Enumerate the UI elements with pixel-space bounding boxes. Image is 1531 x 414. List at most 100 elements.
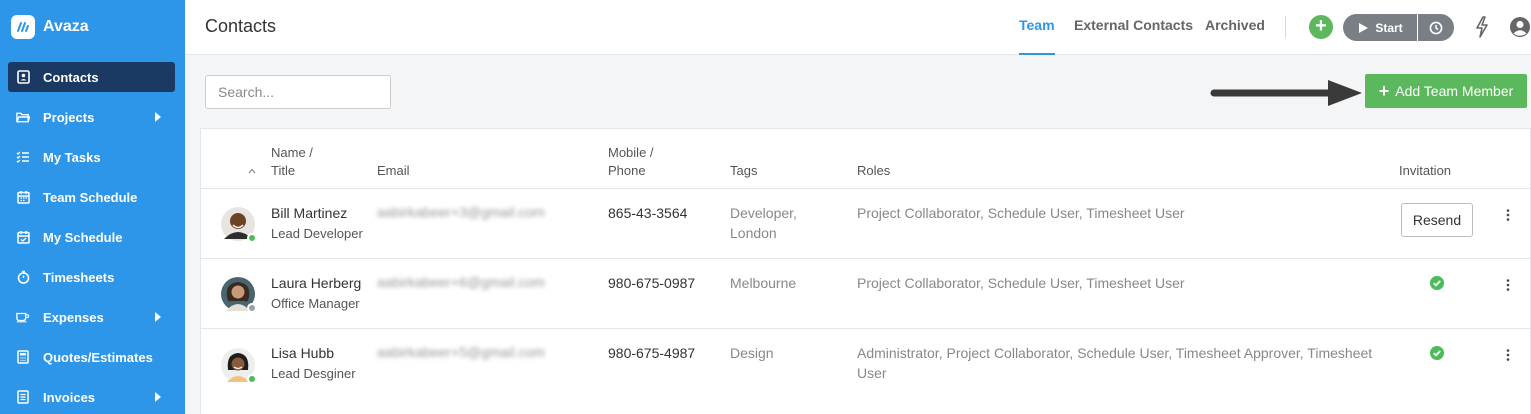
table-row[interactable]: Laura Herberg Office Manager aabirkabeer… xyxy=(201,258,1531,328)
play-icon xyxy=(1359,22,1369,33)
contact-name[interactable]: Laura Herberg xyxy=(271,273,361,293)
online-status-dot xyxy=(247,374,257,384)
start-timer-label: Start xyxy=(1375,20,1403,35)
sidebar-item-label: Timesheets xyxy=(43,269,115,285)
page-title: Contacts xyxy=(205,16,277,36)
sidebar-item-timesheets[interactable]: Timesheets xyxy=(8,262,175,292)
top-header: Contacts Team External Contacts Archived… xyxy=(185,0,1531,55)
stopwatch-icon xyxy=(16,270,30,284)
more-options-icon[interactable] xyxy=(1506,349,1510,361)
sidebar-item-label: My Tasks xyxy=(43,149,101,165)
plus-icon: + xyxy=(1378,80,1390,101)
more-options-icon[interactable] xyxy=(1506,279,1510,291)
calendar-check-icon xyxy=(16,230,30,244)
start-timer-button[interactable]: Start xyxy=(1343,14,1417,41)
contact-phone: 865-43-3564 xyxy=(608,205,688,221)
more-options-icon[interactable] xyxy=(1506,209,1510,221)
contact-title: Office Manager xyxy=(271,296,360,311)
quick-add-button[interactable]: + xyxy=(1309,15,1333,39)
tab-archived[interactable]: Archived xyxy=(1205,17,1265,55)
invitation-accepted-check-icon xyxy=(1430,346,1444,360)
contact-phone: 980-675-4987 xyxy=(608,345,696,361)
sidebar-item-team-schedule[interactable]: Team Schedule xyxy=(8,182,175,212)
header-mobile-line1: Mobile / xyxy=(608,145,654,160)
contact-title: Lead Desginer xyxy=(271,366,356,381)
header-mobile[interactable]: Mobile / Phone xyxy=(608,144,654,180)
caret-right-icon[interactable] xyxy=(155,312,161,322)
avaza-logo-icon xyxy=(11,15,35,39)
avatar[interactable] xyxy=(221,277,257,313)
sidebar-item-label: Expenses xyxy=(43,309,104,325)
brand-name: Avaza xyxy=(43,18,89,35)
sort-up-icon[interactable] xyxy=(248,167,256,175)
resend-invitation-button[interactable]: Resend xyxy=(1401,203,1473,237)
sidebar-item-label: Team Schedule xyxy=(43,189,138,205)
contact-card-icon xyxy=(16,70,30,84)
timer-control: Start xyxy=(1343,14,1454,41)
header-email[interactable]: Email xyxy=(377,162,410,180)
sidebar-item-label: Contacts xyxy=(43,69,99,85)
header-tags[interactable]: Tags xyxy=(730,162,757,180)
header-name-line1: Name / xyxy=(271,145,313,160)
caret-right-icon[interactable] xyxy=(155,112,161,122)
sidebar-item-label: Invoices xyxy=(43,389,96,405)
contacts-table: Name / Title Email Mobile / Phone Tags R… xyxy=(200,128,1531,414)
coffee-cup-icon xyxy=(16,310,30,324)
search-input[interactable] xyxy=(205,75,391,109)
calendar-icon xyxy=(16,190,30,204)
avatar[interactable] xyxy=(221,348,257,384)
contact-tags: Melbourne xyxy=(730,275,797,291)
sidebar-item-invoices[interactable]: Invoices xyxy=(8,382,175,412)
sidebar-item-projects[interactable]: Projects xyxy=(8,102,175,132)
contact-roles: Administrator, Project Collaborator, Sch… xyxy=(857,343,1372,383)
tab-external-contacts[interactable]: External Contacts xyxy=(1074,17,1193,55)
brand[interactable]: Avaza xyxy=(11,14,89,40)
header-name-line2: Title xyxy=(271,163,296,178)
sidebar-item-expenses[interactable]: Expenses xyxy=(8,302,175,332)
timer-history-button[interactable] xyxy=(1418,14,1454,41)
contact-tags: Developer, London xyxy=(730,203,797,243)
contact-email[interactable]: aabirkabeer+6@gmail.com xyxy=(377,274,545,290)
contact-name[interactable]: Bill Martinez xyxy=(271,203,347,223)
plus-icon: + xyxy=(1315,15,1327,37)
lightning-bolt-icon[interactable] xyxy=(1474,15,1490,39)
table-row[interactable]: Bill Martinez Lead Developer aabirkabeer… xyxy=(201,188,1531,258)
add-team-member-button[interactable]: + Add Team Member xyxy=(1365,74,1527,108)
user-profile-icon[interactable] xyxy=(1509,16,1531,38)
header-invitation[interactable]: Invitation xyxy=(1399,162,1451,180)
offline-status-dot xyxy=(247,303,257,313)
sidebar-item-my-schedule[interactable]: My Schedule xyxy=(8,222,175,252)
arrow-pointer-icon xyxy=(1210,80,1362,106)
sidebar-item-quotes-estimates[interactable]: Quotes/Estimates xyxy=(8,342,175,372)
roles-line: User xyxy=(857,365,887,381)
tasks-list-icon xyxy=(16,150,30,164)
table-row[interactable]: Lisa Hubb Lead Desginer aabirkabeer+5@gm… xyxy=(201,328,1531,398)
contact-email[interactable]: aabirkabeer+3@gmail.com xyxy=(377,204,545,220)
sidebar-item-contacts[interactable]: Contacts xyxy=(8,62,175,92)
contact-phone: 980-675-0987 xyxy=(608,275,696,291)
invitation-accepted-check-icon xyxy=(1430,276,1444,290)
sidebar: Avaza Contacts Projects My Tasks Team Sc… xyxy=(0,0,185,414)
sidebar-item-label: Quotes/Estimates xyxy=(43,349,153,365)
contact-tags: Design xyxy=(730,345,774,361)
sidebar-item-label: My Schedule xyxy=(43,229,123,245)
avatar[interactable] xyxy=(221,207,257,243)
header-mobile-line2: Phone xyxy=(608,163,646,178)
tag-line: London xyxy=(730,225,777,241)
online-status-dot xyxy=(247,233,257,243)
contact-title: Lead Developer xyxy=(271,226,363,241)
header-name[interactable]: Name / Title xyxy=(271,144,313,180)
roles-line: Administrator, Project Collaborator, Sch… xyxy=(857,345,1373,361)
folder-icon xyxy=(16,110,30,124)
tab-team[interactable]: Team xyxy=(1019,17,1055,55)
contact-name[interactable]: Lisa Hubb xyxy=(271,343,334,363)
header-roles[interactable]: Roles xyxy=(857,162,890,180)
contact-roles: Project Collaborator, Schedule User, Tim… xyxy=(857,205,1185,221)
sidebar-nav: Contacts Projects My Tasks Team Schedule xyxy=(8,62,175,414)
sidebar-item-my-tasks[interactable]: My Tasks xyxy=(8,142,175,172)
calculator-icon xyxy=(16,350,30,364)
caret-right-icon[interactable] xyxy=(155,392,161,402)
contact-email[interactable]: aabirkabeer+5@gmail.com xyxy=(377,344,545,360)
sidebar-item-label: Projects xyxy=(43,109,95,125)
add-team-member-label: Add Team Member xyxy=(1395,83,1514,99)
